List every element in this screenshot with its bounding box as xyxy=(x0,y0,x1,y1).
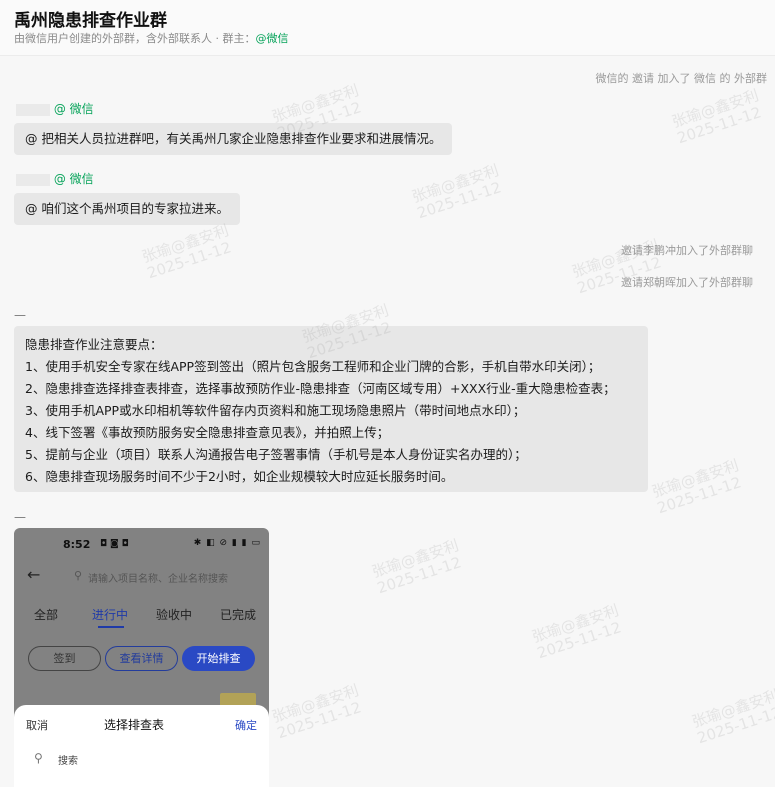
phone-tab-in-progress: 进行中 xyxy=(92,608,129,622)
phone-sheet-cancel: 取消 xyxy=(26,719,48,732)
message-sender: @ 微信 xyxy=(16,100,94,117)
message-sender-collapsed: — xyxy=(14,308,26,322)
phone-search-bar: ⚲ 请输入项目名称、企业名称搜索 xyxy=(66,566,262,588)
system-message-join: 微信的 邀请 加入了 微信 的 外部群 xyxy=(595,72,767,85)
notice-item-3: 3、使用手机APP或水印相机等软件留存内页资料和施工现场隐患照片（带时间地点水印… xyxy=(25,403,526,418)
notice-heading: 隐患排查作业注意要点： xyxy=(25,337,163,352)
message-sender: @ 微信 xyxy=(16,170,94,187)
notice-item-6: 6、隐患排查现场服务时间不少于2小时，如企业规模较大时应延长服务时间。 xyxy=(25,469,454,484)
sender-wechat-tag: @ 微信 xyxy=(53,172,94,186)
phone-notification-icons: ◘ ◙ ◘ xyxy=(100,539,129,549)
notice-item-1: 1、使用手机安全专家在线APP签到签出（照片包含服务工程师和企业门牌的合影，手机… xyxy=(25,359,601,374)
chat-header: 禹州隐患排查作业群 由微信用户创建的外部群，含外部联系人 · 群主：@微信 xyxy=(0,0,775,56)
sender-name-blurred xyxy=(16,103,50,116)
watermark: 张瑜@鑫安利2025-11-12 xyxy=(369,536,464,598)
image-message-phone-screenshot[interactable]: 8:52 ◘ ◙ ◘ ✱ ◧ ⊘ ▮ ▮ ▭ ← ⚲ 请输入项目名称、企业名称搜… xyxy=(14,528,269,787)
group-subtitle: 由微信用户创建的外部群，含外部联系人 · 群主：@微信 xyxy=(14,30,289,46)
system-message-join: 邀请郑朝晖加入了外部群聊 xyxy=(621,276,753,289)
phone-view-details-button: 查看详情 xyxy=(105,646,178,671)
phone-sheet-title: 选择排查表 xyxy=(104,718,165,732)
group-title: 禹州隐患排查作业群 xyxy=(14,11,167,31)
phone-bottom-sheet: 取消 选择排查表 确定 ⚲ 搜索 xyxy=(14,705,269,787)
notice-item-2: 2、隐患排查选择排查表排查，选择事故预防作业-隐患排查（河南区域专用）+XXX行… xyxy=(25,381,616,396)
sender-name-blurred xyxy=(16,173,50,186)
phone-tab-underline xyxy=(98,626,124,628)
phone-tabs: 全部 进行中 验收中 已完成 xyxy=(14,604,269,628)
notice-item-5: 5、提前与企业（项目）联系人沟通报告电子签署事情（手机号是本人身份证实名办理的）… xyxy=(25,447,527,462)
phone-start-inspection-button: 开始排查 xyxy=(182,646,255,671)
group-subtitle-text: 由微信用户创建的外部群，含外部联系人 · 群主： xyxy=(14,32,256,45)
notice-item-4: 4、线下签署《事故预防服务安全隐患排查意见表》，并拍照上传； xyxy=(25,425,390,440)
notice-message-bubble[interactable]: 隐患排查作业注意要点： 1、使用手机安全专家在线APP签到签出（照片包含服务工程… xyxy=(14,326,648,492)
phone-status-bar: 8:52 ◘ ◙ ◘ ✱ ◧ ⊘ ▮ ▮ ▭ xyxy=(14,534,269,554)
system-message-join: 邀请李鹏冲加入了外部群聊 xyxy=(621,244,753,257)
phone-system-icons: ✱ ◧ ⊘ ▮ ▮ ▭ xyxy=(193,538,261,548)
watermark: 张瑜@鑫安利2025-11-12 xyxy=(529,601,624,663)
phone-tab-all: 全部 xyxy=(34,608,59,622)
back-arrow-icon: ← xyxy=(27,565,41,584)
message-bubble[interactable]: @ 把相关人员拉进群吧，有关禹州几家企业隐患排查作业要求和进展情况。 xyxy=(14,123,453,155)
message-bubble[interactable]: @ 咱们这个禹州项目的专家拉进来。 xyxy=(14,193,240,225)
phone-sheet-confirm: 确定 xyxy=(235,719,257,732)
watermark: 张瑜@鑫安利2025-11-12 xyxy=(649,456,744,518)
watermark: 张瑜@鑫安利2025-11-12 xyxy=(409,161,504,223)
phone-tab-acceptance: 验收中 xyxy=(156,608,193,622)
watermark: 张瑜@鑫安利2025-11-12 xyxy=(689,686,775,748)
watermark: 张瑜@鑫安利2025-11-12 xyxy=(669,86,764,148)
sender-wechat-tag: @ 微信 xyxy=(53,102,94,116)
search-icon: ⚲ xyxy=(34,751,43,765)
phone-sheet-search: 搜索 xyxy=(58,756,78,767)
owner-wechat-tag: @微信 xyxy=(255,32,289,45)
phone-search-placeholder: 请输入项目名称、企业名称搜索 xyxy=(88,574,228,585)
watermark: 张瑜@鑫安利2025-11-12 xyxy=(269,681,364,743)
watermark: 张瑜@鑫安利2025-11-12 xyxy=(139,221,234,283)
phone-tab-completed: 已完成 xyxy=(220,608,257,622)
search-icon: ⚲ xyxy=(74,569,83,582)
message-sender-collapsed: — xyxy=(14,510,26,524)
phone-time: 8:52 xyxy=(63,538,91,551)
phone-sign-in-button: 签到 xyxy=(28,646,101,671)
